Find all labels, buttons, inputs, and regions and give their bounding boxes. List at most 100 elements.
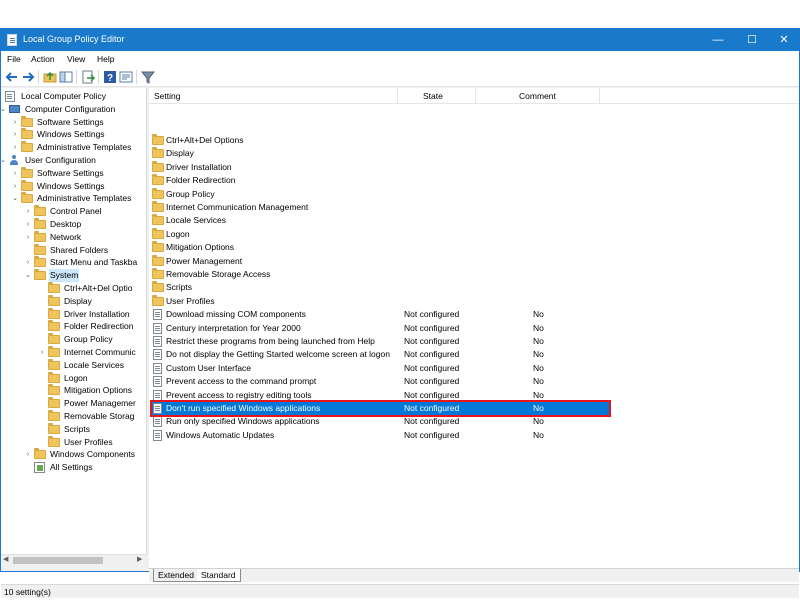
export-list-icon[interactable] bbox=[81, 70, 95, 84]
tree-item[interactable]: › Windows Settings bbox=[1, 128, 146, 141]
folder-row[interactable]: Folder Redirection bbox=[151, 174, 611, 187]
help-icon[interactable]: ? bbox=[103, 70, 117, 84]
tree-item[interactable]: Mitigation Options bbox=[1, 384, 146, 397]
expanded-arrow-icon[interactable]: ⌄ bbox=[11, 192, 19, 205]
tree-item[interactable]: › Internet Communic bbox=[1, 346, 146, 359]
tree-item[interactable]: ⌄ User Configuration bbox=[1, 154, 146, 167]
setting-row[interactable]: Custom User Interface Not configured No bbox=[151, 362, 611, 375]
folder-icon bbox=[48, 435, 60, 447]
properties-icon[interactable] bbox=[119, 70, 133, 84]
collapsed-arrow-icon[interactable]: › bbox=[11, 167, 19, 180]
tree-item[interactable]: Power Managemer bbox=[1, 397, 146, 410]
scrollbar-thumb[interactable] bbox=[13, 557, 103, 564]
expanded-arrow-icon[interactable]: ⌄ bbox=[1, 154, 7, 167]
folder-row[interactable]: User Profiles bbox=[151, 294, 611, 308]
folder-row[interactable]: Mitigation Options bbox=[151, 241, 611, 254]
tree-item[interactable]: Local Computer Policy bbox=[1, 90, 146, 103]
back-icon[interactable] bbox=[5, 70, 19, 84]
collapsed-arrow-icon[interactable]: › bbox=[11, 141, 19, 154]
menu-help[interactable]: Help bbox=[97, 54, 114, 64]
folder-row[interactable]: Group Policy bbox=[151, 187, 611, 201]
collapsed-arrow-icon[interactable]: › bbox=[11, 128, 19, 141]
tree-item[interactable]: › Network bbox=[1, 230, 146, 244]
close-button[interactable]: ✕ bbox=[767, 29, 800, 51]
column-divider[interactable] bbox=[397, 88, 398, 104]
folder-row[interactable]: Internet Communication Management bbox=[151, 201, 611, 214]
tree-horizontal-scrollbar[interactable]: ◀ ▶ bbox=[1, 554, 147, 566]
column-header-setting[interactable]: Setting bbox=[154, 91, 180, 101]
setting-row[interactable]: Prevent access to the command prompt Not … bbox=[151, 375, 611, 388]
tree-item[interactable]: › Desktop bbox=[1, 218, 146, 231]
tree-item[interactable]: User Profiles bbox=[1, 435, 146, 449]
column-divider[interactable] bbox=[475, 88, 476, 104]
folder-row[interactable]: Ctrl+Alt+Del Options bbox=[151, 134, 611, 147]
tree-item[interactable]: › Start Menu and Taskba bbox=[1, 256, 146, 269]
setting-row[interactable]: Do not display the Getting Started welco… bbox=[151, 348, 611, 361]
collapsed-arrow-icon[interactable]: › bbox=[11, 180, 19, 193]
folder-row[interactable]: Scripts bbox=[151, 281, 611, 294]
tree-item[interactable]: Logon bbox=[1, 371, 146, 385]
tree-item[interactable]: All Settings bbox=[1, 461, 146, 474]
settings-list-pane[interactable]: Setting State Comment Ctrl+Alt+Del Optio… bbox=[149, 88, 799, 568]
tree-item[interactable]: › Windows Components bbox=[1, 448, 146, 461]
tree-item[interactable]: ⌄ Computer Configuration bbox=[1, 103, 146, 116]
tree-item[interactable]: Driver Installation bbox=[1, 307, 146, 321]
setting-row[interactable]: Download missing COM components Not confi… bbox=[151, 308, 611, 321]
menu-view[interactable]: View bbox=[67, 54, 85, 64]
tree-item[interactable]: Shared Folders bbox=[1, 243, 146, 257]
menu-file[interactable]: File bbox=[7, 54, 21, 64]
folder-row[interactable]: Display bbox=[151, 147, 611, 160]
collapsed-arrow-icon[interactable]: › bbox=[24, 218, 32, 231]
folder-row[interactable]: Power Management bbox=[151, 254, 611, 268]
tree-item[interactable]: Locale Services bbox=[1, 358, 146, 372]
column-divider[interactable] bbox=[599, 88, 600, 104]
collapsed-arrow-icon[interactable]: › bbox=[24, 256, 32, 269]
setting-row[interactable]: Run only specified Windows applications N… bbox=[151, 415, 611, 428]
tree-item[interactable]: Display bbox=[1, 294, 146, 308]
tree-item[interactable]: Scripts bbox=[1, 422, 146, 436]
policy-setting-icon bbox=[153, 376, 162, 388]
collapsed-arrow-icon[interactable]: › bbox=[24, 205, 32, 218]
tab-standard[interactable]: Standard bbox=[197, 569, 241, 582]
scroll-right-arrow-icon[interactable]: ▶ bbox=[137, 555, 142, 563]
folder-row[interactable]: Removable Storage Access bbox=[151, 268, 611, 281]
setting-row[interactable]: Century interpretation for Year 2000 Not … bbox=[151, 322, 611, 335]
setting-row[interactable]: Restrict these programs from being launc… bbox=[151, 335, 611, 348]
tree-item[interactable]: Folder Redirection bbox=[1, 320, 146, 333]
collapsed-arrow-icon[interactable]: › bbox=[11, 116, 19, 129]
tree-item[interactable]: Group Policy bbox=[1, 333, 146, 346]
tree-item[interactable]: Removable Storag bbox=[1, 410, 146, 423]
title-bar[interactable]: Local Group Policy Editor — ☐ ✕ bbox=[1, 29, 799, 51]
maximize-button[interactable]: ☐ bbox=[735, 29, 769, 51]
expanded-arrow-icon[interactable]: ⌄ bbox=[1, 103, 7, 116]
column-header-state[interactable]: State bbox=[423, 91, 443, 101]
tree-item[interactable]: Ctrl+Alt+Del Optio bbox=[1, 282, 146, 295]
scroll-left-arrow-icon[interactable]: ◀ bbox=[3, 555, 8, 563]
folder-row[interactable]: Locale Services bbox=[151, 214, 611, 227]
collapsed-arrow-icon[interactable]: › bbox=[38, 346, 46, 359]
tree-item[interactable]: ⌄ Administrative Templates bbox=[1, 192, 146, 205]
tree-item[interactable]: › Windows Settings bbox=[1, 179, 146, 193]
filter-icon[interactable] bbox=[141, 70, 155, 84]
navigation-tree-pane[interactable]: Local Computer Policy ⌄ Computer Configura… bbox=[1, 88, 147, 554]
show-hide-tree-icon[interactable] bbox=[59, 70, 73, 84]
expanded-arrow-icon[interactable]: ⌄ bbox=[24, 269, 32, 282]
tree-item-label: User Configuration bbox=[25, 155, 96, 165]
forward-icon[interactable] bbox=[21, 70, 35, 84]
setting-row[interactable]: Windows Automatic Updates Not configured N… bbox=[151, 429, 611, 442]
column-header-comment[interactable]: Comment bbox=[519, 91, 556, 101]
up-folder-icon[interactable] bbox=[43, 70, 57, 84]
tree-item[interactable]: › Administrative Templates bbox=[1, 141, 146, 154]
collapsed-arrow-icon[interactable]: › bbox=[24, 448, 32, 461]
tab-extended[interactable]: Extended bbox=[153, 569, 199, 582]
minimize-button[interactable]: — bbox=[701, 29, 735, 51]
tree-item[interactable]: › Control Panel bbox=[1, 205, 146, 218]
folder-row[interactable]: Driver Installation bbox=[151, 160, 611, 174]
folder-row[interactable]: Logon bbox=[151, 227, 611, 241]
collapsed-arrow-icon[interactable]: › bbox=[24, 231, 32, 244]
menu-action[interactable]: Action bbox=[31, 54, 55, 64]
folder-icon bbox=[48, 397, 60, 409]
tree-item[interactable]: ⌄ System bbox=[1, 269, 146, 283]
tree-item[interactable]: › Software Settings bbox=[1, 166, 146, 180]
tree-item[interactable]: › Software Settings bbox=[1, 115, 146, 129]
